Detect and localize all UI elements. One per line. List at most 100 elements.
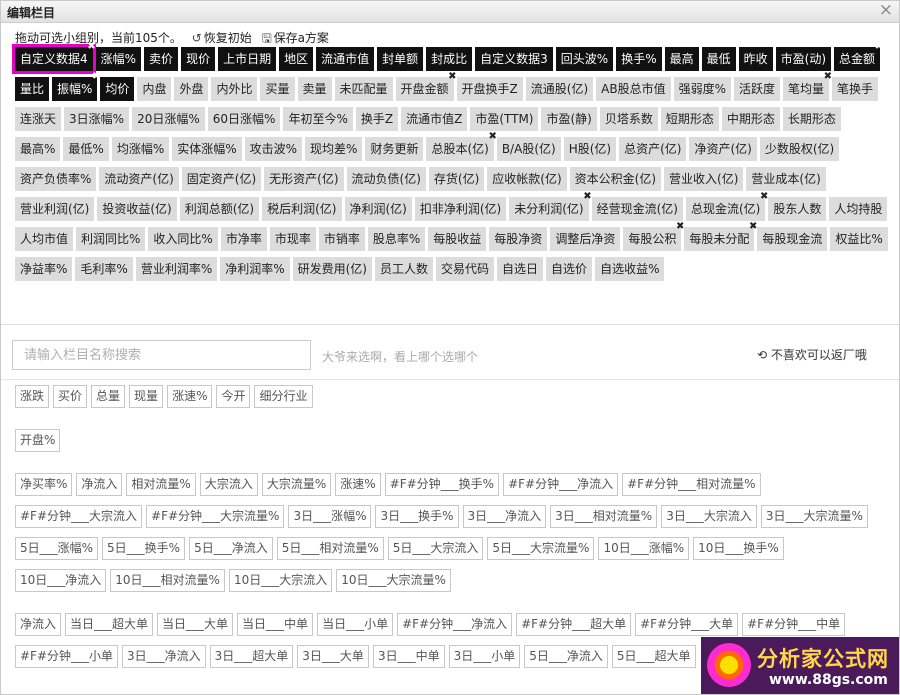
- available-column-chip[interactable]: 3日___净流入: [462, 505, 547, 528]
- selected-column-chip[interactable]: 贝塔系数: [599, 107, 658, 131]
- selected-column-chip[interactable]: 60日涨幅%: [207, 107, 281, 131]
- selected-column-chip[interactable]: 净资产(亿): [689, 137, 757, 161]
- selected-column-chip[interactable]: 未分利润(亿) ✖: [509, 192, 592, 221]
- available-column-chip[interactable]: 涨跌: [15, 385, 50, 408]
- selected-column-chip[interactable]: 自定义数据3: [475, 47, 553, 71]
- selected-column-chip[interactable]: 经营现金流(亿): [591, 197, 683, 221]
- selected-column-chip[interactable]: 自选日: [497, 257, 544, 281]
- selected-column-chip[interactable]: 营业成本(亿): [746, 167, 826, 191]
- available-column-chip[interactable]: #F#分钟___大宗流量%: [146, 505, 285, 528]
- selected-column-chip[interactable]: 每股收益: [428, 227, 487, 251]
- selected-column-chip[interactable]: 市现率: [269, 227, 316, 251]
- selected-column-chip[interactable]: 投资收益(亿): [97, 197, 177, 221]
- remove-icon[interactable]: ✖: [583, 192, 591, 202]
- selected-column-chip[interactable]: 每股未分配 ✖: [684, 222, 757, 251]
- selected-column-chip[interactable]: 昨收: [738, 47, 773, 71]
- remove-icon[interactable]: ✖: [875, 42, 883, 52]
- selected-column-chip[interactable]: 均涨幅%: [111, 137, 170, 161]
- selected-column-chip[interactable]: AB股总市值: [596, 77, 671, 101]
- selected-column-chip[interactable]: 人均持股: [829, 197, 888, 221]
- selected-column-chip[interactable]: 调整后净资: [550, 227, 621, 251]
- selected-column-chip[interactable]: 回头波%: [555, 47, 614, 71]
- selected-column-chip[interactable]: 收入同比%: [148, 227, 218, 251]
- selected-column-chip[interactable]: 实体涨幅%: [172, 137, 242, 161]
- available-column-chip[interactable]: 总量: [91, 385, 126, 408]
- available-column-chip[interactable]: 大宗流量%: [261, 473, 332, 496]
- selected-column-chip[interactable]: 员工人数: [375, 257, 434, 281]
- selected-column-chip[interactable]: 卖价: [144, 47, 179, 71]
- selected-column-chip[interactable]: 营业利润(亿): [15, 197, 95, 221]
- selected-column-chip[interactable]: 现价: [181, 47, 216, 71]
- selected-column-chip[interactable]: 固定资产(亿): [181, 167, 262, 191]
- remove-icon[interactable]: ✖: [760, 192, 768, 202]
- available-column-chip[interactable]: 10日___净流入: [15, 569, 107, 592]
- selected-column-chip[interactable]: 未匹配量: [334, 77, 393, 101]
- selected-column-chip[interactable]: 自选价: [546, 257, 593, 281]
- selected-column-chip[interactable]: 总金额 ✖: [834, 42, 883, 71]
- selected-column-chip[interactable]: 资产负债率%: [15, 167, 97, 191]
- selected-column-chip[interactable]: 年初至今%: [283, 107, 353, 131]
- available-column-chip[interactable]: 当日___中单: [237, 613, 314, 636]
- available-column-chip[interactable]: 3日___换手%: [375, 505, 459, 528]
- available-column-chip[interactable]: #F#分钟___中单: [742, 613, 846, 636]
- available-column-chip[interactable]: 3日___涨幅%: [288, 505, 372, 528]
- selected-column-chip[interactable]: 短期形态: [660, 107, 719, 131]
- selected-column-chip[interactable]: 营业收入(亿): [664, 167, 744, 191]
- available-column-chip[interactable]: 现量: [129, 385, 164, 408]
- available-column-chip[interactable]: 10日___换手%: [693, 537, 784, 560]
- selected-column-chip[interactable]: 无形资产(亿): [264, 167, 344, 191]
- available-column-chip[interactable]: 相对流量%: [126, 473, 196, 496]
- selected-column-chip[interactable]: 最低%: [63, 137, 109, 161]
- selected-column-chip[interactable]: 利润同比%: [76, 227, 146, 251]
- available-column-chip[interactable]: 净流入: [76, 473, 123, 496]
- selected-column-chip[interactable]: 每股现金流: [757, 227, 828, 251]
- available-column-chip[interactable]: #F#分钟___净流入: [397, 613, 513, 636]
- available-column-chip[interactable]: 10日___涨幅%: [598, 537, 690, 560]
- selected-column-chip[interactable]: 开盘换手Z: [456, 77, 523, 101]
- selected-column-chip[interactable]: 内盘: [137, 77, 172, 101]
- reset-link[interactable]: ⟲ 不喜欢可以返厂哦: [757, 346, 867, 363]
- selected-column-chip[interactable]: 毛利率%: [75, 257, 133, 281]
- selected-column-chip[interactable]: 20日涨幅%: [132, 107, 205, 131]
- selected-column-chip[interactable]: 3日涨幅%: [64, 107, 130, 131]
- selected-column-chip[interactable]: 中期形态: [721, 107, 780, 131]
- column-search-input[interactable]: [12, 340, 311, 370]
- selected-column-chip[interactable]: 现均差%: [305, 137, 363, 161]
- available-column-chip[interactable]: 买价: [53, 385, 88, 408]
- selected-column-chip[interactable]: 净利润(亿): [344, 197, 412, 221]
- available-column-chip[interactable]: 细分行业: [254, 385, 313, 408]
- selected-column-chip[interactable]: 封成比: [426, 47, 473, 71]
- selected-column-chip[interactable]: 最低: [701, 47, 736, 71]
- selected-column-chip[interactable]: 流通股(亿): [525, 77, 594, 101]
- available-column-chip[interactable]: 开盘%: [15, 429, 61, 452]
- available-column-chip[interactable]: 3日___大单: [297, 645, 369, 668]
- selected-column-chip[interactable]: 开盘金额 ✖: [395, 72, 457, 101]
- available-column-chip[interactable]: 净买率%: [15, 473, 73, 496]
- selected-column-chip[interactable]: 股息率%: [367, 227, 426, 251]
- available-column-chip[interactable]: 今开: [216, 385, 251, 408]
- selected-column-chip[interactable]: B/A股(亿): [496, 137, 561, 161]
- selected-column-chip[interactable]: 均价: [100, 77, 135, 101]
- remove-icon[interactable]: ✖: [824, 72, 832, 82]
- available-column-chip[interactable]: 3日___中单: [372, 645, 445, 668]
- selected-column-chip[interactable]: 营业利润率%: [135, 257, 218, 281]
- selected-column-chip[interactable]: 流动资产(亿): [99, 167, 179, 191]
- selected-column-chip[interactable]: 封单额: [377, 47, 424, 71]
- available-column-chip[interactable]: 5日___净流入: [189, 537, 273, 560]
- available-column-chip[interactable]: 5日___换手%: [102, 537, 186, 560]
- remove-icon[interactable]: ✖: [676, 222, 684, 232]
- remove-icon[interactable]: ✖: [749, 222, 757, 232]
- selected-column-chip[interactable]: 流通市值: [316, 47, 375, 71]
- available-column-chip[interactable]: 5日___净流入: [524, 645, 608, 668]
- selected-column-chip[interactable]: 应收帐款(亿): [487, 167, 567, 191]
- selected-column-chip[interactable]: 市盈(静): [541, 107, 597, 131]
- selected-column-chip[interactable]: 研发费用(亿): [292, 257, 372, 281]
- available-column-chip[interactable]: #F#分钟___净流入: [503, 473, 619, 496]
- selected-column-chip[interactable]: 每股公积 ✖: [623, 222, 684, 251]
- available-column-chip[interactable]: #F#分钟___大单: [635, 613, 739, 636]
- available-column-chip[interactable]: 3日___超大单: [209, 645, 294, 668]
- selected-column-chip[interactable]: 上市日期: [218, 47, 277, 71]
- selected-column-chip[interactable]: 涨幅%: [95, 47, 142, 71]
- available-column-chip[interactable]: 涨速%: [167, 385, 213, 408]
- available-column-chip[interactable]: 3日___净流入: [122, 645, 206, 668]
